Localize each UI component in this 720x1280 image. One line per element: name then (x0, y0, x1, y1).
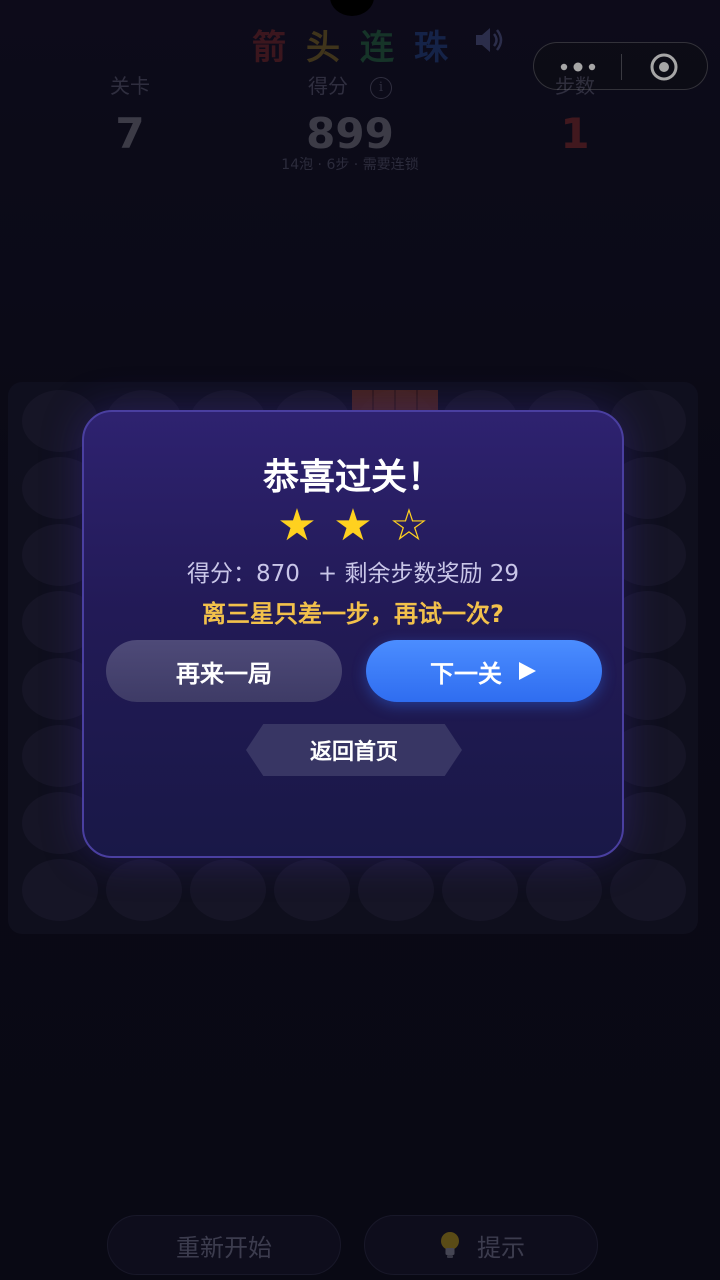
dialog-score-label: 得分： (186, 561, 256, 587)
bonus-text: + 剩余步数奖励 29 (317, 561, 520, 587)
star-empty-icon: ☆ (389, 500, 429, 551)
retry-label: 再来一局 (176, 659, 272, 688)
score-summary: 得分：870 + 剩余步数奖励 29 (84, 554, 622, 588)
star-filled-icon: ★ (277, 500, 317, 551)
game-screen: 箭头连珠 关卡 7 得分 i 899 步数 1 14泡 · 6步 · 需要连锁 重… (0, 0, 720, 1280)
encourage-message: 离三星只差一步，再试一次? (202, 600, 504, 628)
play-arrow-icon (519, 662, 536, 680)
retry-button[interactable]: 再来一局 (106, 640, 342, 702)
home-button[interactable]: 返回首页 (246, 724, 462, 776)
level-complete-dialog: 恭喜过关！ ★ ★ ☆ 得分：870 + 剩余步数奖励 29 离三星只差一步，再试一次… (82, 410, 624, 858)
home-label: 返回首页 (309, 740, 398, 765)
dialog-title: 恭喜过关！ (262, 457, 443, 498)
star-filled-icon: ★ (333, 500, 373, 551)
next-level-button[interactable]: 下一关 (366, 640, 602, 702)
dialog-score-value: 870 (255, 561, 300, 587)
star-rating: ★ ★ ☆ (84, 504, 622, 548)
next-label: 下一关 (430, 659, 502, 688)
